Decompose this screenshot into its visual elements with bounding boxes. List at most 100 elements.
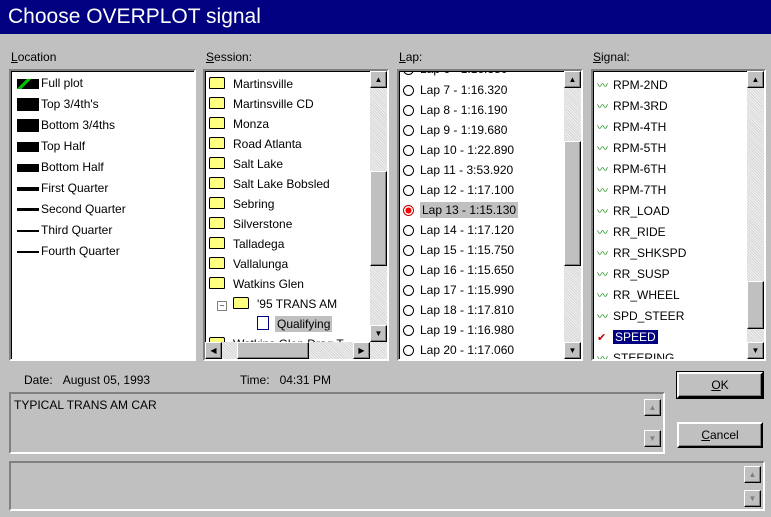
- signal-item[interactable]: 〰 RPM-3RD: [595, 96, 668, 117]
- folder-icon: [209, 97, 225, 109]
- session-child-item[interactable]: − '95 TRANS AM: [217, 294, 337, 315]
- range-bar-icon: [17, 208, 39, 212]
- lap-item[interactable]: Lap 18 - 1:17.810: [401, 300, 514, 321]
- signal-item[interactable]: 〰 RR_WHEEL: [595, 285, 680, 306]
- session-item[interactable]: Vallalunga: [207, 254, 288, 275]
- scroll-down-arrow-icon[interactable]: ▼: [747, 342, 764, 359]
- lap-item[interactable]: Lap 20 - 1:17.060: [401, 340, 514, 359]
- lap-icon: [403, 285, 414, 296]
- ok-button[interactable]: OK: [676, 371, 764, 399]
- signal-wave-icon: 〰: [597, 269, 608, 281]
- session-vertical-scrollbar[interactable]: ▲ ▼: [370, 71, 387, 342]
- signal-item-label: SPD_STEER: [613, 309, 685, 323]
- lap-item[interactable]: Lap 15 - 1:15.750: [401, 240, 514, 261]
- session-grandchild-item[interactable]: Qualifying: [257, 314, 333, 335]
- scroll-up-arrow-icon[interactable]: ▲: [747, 71, 764, 88]
- session-scroll-thumb[interactable]: [370, 171, 387, 266]
- location-item[interactable]: Bottom 3/4ths: [17, 115, 115, 136]
- scroll-down-arrow-icon[interactable]: ▼: [644, 430, 661, 447]
- signal-item[interactable]: 〰 SPD_STEER: [595, 306, 684, 327]
- lap-item[interactable]: Lap 19 - 1:16.980: [401, 320, 514, 341]
- folder-icon: [209, 237, 225, 249]
- session-horizontal-scrollbar[interactable]: ◀ ▶: [205, 342, 387, 359]
- signal-list[interactable]: 〰 RPM-2ND 〰 RPM-3RD 〰 RPM-4TH 〰 RPM-5TH 〰 RPM-6TH…: [591, 69, 766, 361]
- signal-item-label: RPM-4TH: [613, 120, 667, 134]
- location-item[interactable]: Top 3/4th's: [17, 94, 99, 115]
- lap-item[interactable]: Lap 17 - 1:15.990: [401, 280, 514, 301]
- signal-item[interactable]: 〰 RR_SHKSPD: [595, 243, 686, 264]
- scroll-up-arrow-icon[interactable]: ▲: [370, 71, 387, 88]
- location-item[interactable]: Bottom Half: [17, 157, 104, 178]
- session-item[interactable]: Martinsville CD: [207, 94, 314, 115]
- session-item[interactable]: Silverstone: [207, 214, 292, 235]
- location-item-label: Bottom 3/4ths: [41, 118, 116, 132]
- session-item[interactable]: Martinsville: [207, 74, 293, 95]
- signal-label: Signal:: [593, 50, 630, 64]
- scroll-right-arrow-icon[interactable]: ▶: [353, 342, 370, 359]
- scroll-down-arrow-icon[interactable]: ▼: [370, 325, 387, 342]
- lap-item[interactable]: Lap 8 - 1:16.190: [401, 100, 507, 121]
- session-hscroll-thumb[interactable]: [237, 342, 309, 359]
- location-list[interactable]: Full plot Top 3/4th's Bottom 3/4ths Top Hal…: [9, 69, 196, 361]
- signal-wave-icon: 〰: [597, 185, 608, 197]
- lap-item[interactable]: Lap 10 - 1:22.890: [401, 140, 514, 161]
- scroll-left-arrow-icon[interactable]: ◀: [205, 342, 222, 359]
- signal-item[interactable]: ✔ SPEED: [595, 327, 659, 348]
- session-item[interactable]: Sebring: [207, 194, 274, 215]
- location-item-label: Third Quarter: [41, 223, 113, 237]
- location-item[interactable]: Top Half: [17, 136, 85, 157]
- signal-item[interactable]: 〰 RR_SUSP: [595, 264, 670, 285]
- tree-collapse-icon[interactable]: −: [217, 301, 227, 311]
- location-item[interactable]: Second Quarter: [17, 199, 126, 220]
- scroll-up-arrow-icon[interactable]: ▲: [644, 399, 661, 416]
- lap-item[interactable]: Lap 6 - 1:16.380: [401, 71, 507, 80]
- session-item[interactable]: Talladega: [207, 234, 284, 255]
- time-label: Time: 04:31 PM: [240, 373, 331, 387]
- signal-item[interactable]: 〰 RPM-7TH: [595, 180, 666, 201]
- location-item[interactable]: Third Quarter: [17, 220, 112, 241]
- signal-item[interactable]: 〰 STEERING: [595, 348, 674, 359]
- lap-item[interactable]: Lap 14 - 1:17.120: [401, 220, 514, 241]
- lap-item[interactable]: Lap 9 - 1:19.680: [401, 120, 507, 141]
- session-item[interactable]: Monza: [207, 114, 269, 135]
- signal-item[interactable]: 〰 RPM-2ND: [595, 75, 668, 96]
- lap-list[interactable]: Lap 6 - 1:16.380 Lap 7 - 1:16.320 Lap 8 - …: [397, 69, 583, 361]
- signal-scroll-thumb[interactable]: [747, 281, 764, 329]
- signal-item[interactable]: 〰 RPM-6TH: [595, 159, 666, 180]
- session-item[interactable]: Road Atlanta: [207, 134, 302, 155]
- session-item[interactable]: Salt Lake: [207, 154, 283, 175]
- scroll-up-arrow-icon[interactable]: ▲: [564, 71, 581, 88]
- lap-vertical-scrollbar[interactable]: ▲ ▼: [564, 71, 581, 359]
- description-box[interactable]: TYPICAL TRANS AM CAR ▲ ▼: [9, 392, 665, 454]
- dialog-title-bar: Choose OVERPLOT signal: [0, 0, 771, 34]
- signal-item[interactable]: 〰 RR_LOAD: [595, 201, 670, 222]
- scroll-down-arrow-icon[interactable]: ▼: [564, 342, 581, 359]
- lap-item[interactable]: Lap 13 - 1:15.130: [401, 200, 519, 221]
- signal-item[interactable]: 〰 RR_RIDE: [595, 222, 666, 243]
- location-item[interactable]: First Quarter: [17, 178, 108, 199]
- signal-item[interactable]: 〰 RPM-5TH: [595, 138, 666, 159]
- status-box: ▲ ▼: [9, 461, 765, 511]
- signal-vertical-scrollbar[interactable]: ▲ ▼: [747, 71, 764, 359]
- range-bar-icon: [17, 141, 39, 152]
- session-item[interactable]: Salt Lake Bobsled: [207, 174, 330, 195]
- scroll-down-arrow-icon[interactable]: ▼: [744, 490, 761, 507]
- location-label: Location: [11, 50, 57, 64]
- range-bar-icon: [17, 186, 39, 191]
- lap-item[interactable]: Lap 7 - 1:16.320: [401, 80, 507, 101]
- session-item[interactable]: Watkins Glen: [207, 274, 304, 295]
- lap-item[interactable]: Lap 16 - 1:15.650: [401, 260, 514, 281]
- lap-scroll-thumb[interactable]: [564, 141, 581, 266]
- location-item[interactable]: Fourth Quarter: [17, 241, 120, 262]
- session-tree[interactable]: Martinsville Martinsville CD Monza Road Atl…: [203, 69, 389, 361]
- session-grandchild-label: Qualifying: [275, 316, 333, 332]
- signal-item[interactable]: 〰 RPM-4TH: [595, 117, 666, 138]
- location-item[interactable]: Full plot: [17, 73, 83, 94]
- folder-icon: [209, 77, 225, 89]
- lap-icon: [403, 71, 414, 75]
- lap-icon: [403, 225, 414, 236]
- cancel-button[interactable]: Cancel: [677, 422, 763, 448]
- scroll-up-arrow-icon[interactable]: ▲: [744, 466, 761, 483]
- lap-item[interactable]: Lap 12 - 1:17.100: [401, 180, 514, 201]
- lap-item[interactable]: Lap 11 - 3:53.920: [401, 160, 513, 181]
